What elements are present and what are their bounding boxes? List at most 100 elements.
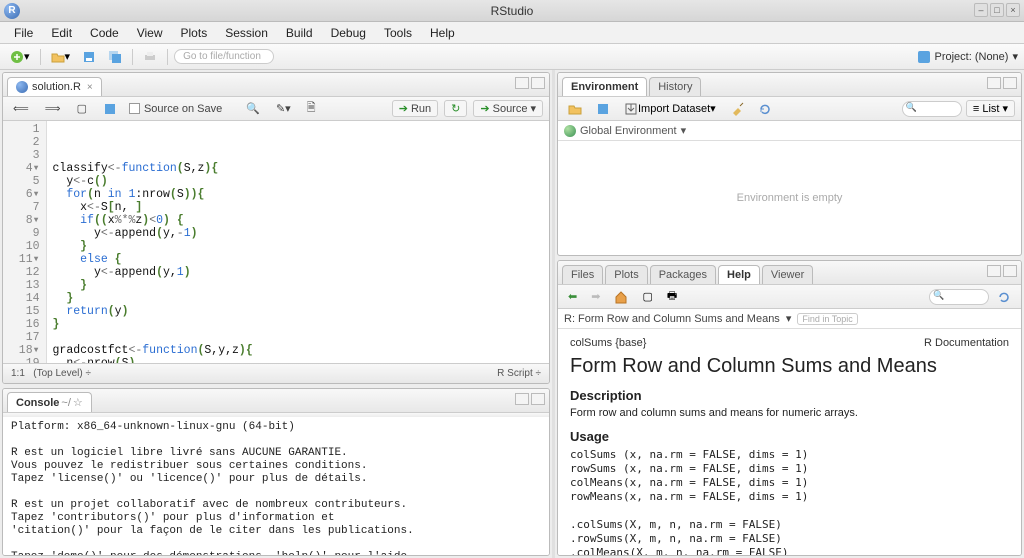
save-workspace-button[interactable] — [592, 100, 614, 118]
code-editor[interactable]: 1 2 3 4▾ 5 6▾ 7 8▾ 9 10 11▾ 12 13 14 15 … — [3, 121, 549, 363]
project-menu[interactable]: Project: (None)▾ — [918, 50, 1018, 63]
save-icon — [103, 102, 117, 116]
run-button[interactable]: ➔Run — [392, 100, 438, 117]
environment-pane: Environment History Import Dataset▾ — [557, 72, 1022, 256]
save-all-button[interactable] — [104, 48, 126, 66]
import-dataset-button[interactable]: Import Dataset▾ — [620, 100, 720, 118]
pane-maximize-button[interactable] — [531, 77, 545, 89]
help-refresh-button[interactable] — [993, 288, 1015, 306]
folder-open-icon — [568, 102, 582, 116]
project-label: Project: (None) — [934, 51, 1008, 63]
help-back-button[interactable]: ⬅ — [564, 288, 581, 305]
source-button[interactable]: ➔Source▾ — [473, 100, 543, 117]
pane-minimize-button[interactable] — [515, 77, 529, 89]
rerun-button[interactable]: ↻ — [444, 100, 467, 117]
refresh-button[interactable] — [754, 100, 776, 118]
editor-tab-label: solution.R — [32, 81, 81, 93]
tab-packages[interactable]: Packages — [650, 265, 716, 284]
checkbox-icon — [129, 103, 140, 114]
code-content[interactable]: classify<-function(S,z){ y<-c() for(n in… — [47, 121, 273, 363]
open-file-button[interactable]: ▾ — [47, 48, 75, 66]
help-print-button[interactable]: 🖶 — [663, 285, 681, 308]
menu-plots[interactable]: Plots — [173, 23, 216, 43]
help-popout-button[interactable]: ▢ — [638, 288, 656, 305]
menu-view[interactable]: View — [129, 23, 171, 43]
forward-button[interactable]: ⟹ — [41, 100, 65, 117]
new-file-button[interactable]: ▾ — [6, 48, 34, 66]
tab-history[interactable]: History — [649, 77, 701, 96]
wand-button[interactable]: ✎▾ — [272, 100, 295, 117]
pane-maximize-button[interactable] — [531, 393, 545, 405]
refresh-icon — [997, 290, 1011, 304]
new-file-icon — [10, 50, 24, 64]
console-output[interactable]: Platform: x86_64-unknown-linux-gnu (64-b… — [3, 417, 549, 555]
editor-tab-solution[interactable]: solution.R × — [7, 77, 102, 96]
tab-environment[interactable]: Environment — [562, 77, 647, 96]
goto-file-input[interactable]: Go to file/function — [174, 49, 274, 64]
back-button[interactable]: ⟸ — [9, 100, 33, 117]
pane-minimize-button[interactable] — [987, 265, 1001, 277]
minimize-button[interactable]: – — [974, 3, 988, 17]
pane-maximize-button[interactable] — [1003, 265, 1017, 277]
print-button[interactable] — [139, 48, 161, 66]
show-in-new-window-button[interactable]: ▢ — [73, 100, 91, 117]
file-type[interactable]: R Script — [497, 368, 533, 379]
menu-bar: File Edit Code View Plots Session Build … — [0, 22, 1024, 44]
help-search-input[interactable] — [929, 289, 989, 305]
maximize-button[interactable]: □ — [990, 3, 1004, 17]
save-file-button[interactable] — [99, 100, 121, 118]
menu-edit[interactable]: Edit — [43, 23, 80, 43]
editor-toolbar: ⟸ ⟹ ▢ Source on Save 🔍 ✎▾ 🗎 ➔Run ↻ ➔Sour… — [3, 97, 549, 121]
tab-help[interactable]: Help — [718, 265, 760, 284]
save-icon — [596, 102, 610, 116]
cursor-position: 1:1 — [11, 368, 25, 379]
console-tab[interactable]: Console ~/ ☆ — [7, 392, 92, 412]
import-icon — [624, 102, 638, 116]
menu-help[interactable]: Help — [422, 23, 463, 43]
close-button[interactable]: × — [1006, 3, 1020, 17]
save-icon — [82, 50, 96, 64]
menu-code[interactable]: Code — [82, 23, 127, 43]
menu-debug[interactable]: Debug — [323, 23, 374, 43]
menu-file[interactable]: File — [6, 23, 41, 43]
env-scope-selector[interactable]: Global Environment▾ — [558, 121, 1021, 141]
find-button[interactable]: 🔍 — [242, 100, 264, 117]
tab-files[interactable]: Files — [562, 265, 603, 284]
help-pane: Files Plots Packages Help Viewer ⬅ ➡ ▢ 🖶 — [557, 260, 1022, 556]
clear-workspace-button[interactable] — [726, 100, 748, 118]
help-forward-button[interactable]: ➡ — [587, 288, 604, 305]
menu-session[interactable]: Session — [217, 23, 276, 43]
editor-status-bar: 1:1 (Top Level) ÷ R Script ÷ — [3, 363, 549, 383]
title-bar: R RStudio – □ × — [0, 0, 1024, 22]
tab-viewer[interactable]: Viewer — [762, 265, 813, 284]
load-workspace-button[interactable] — [564, 100, 586, 118]
breadcrumb-text[interactable]: R: Form Row and Column Sums and Means — [564, 313, 780, 325]
source-on-save-toggle[interactable]: Source on Save — [129, 103, 222, 115]
help-topic-doc: R Documentation — [924, 337, 1009, 349]
help-tabs: Files Plots Packages Help Viewer — [558, 261, 1021, 285]
close-tab-icon[interactable]: × — [87, 82, 93, 93]
help-home-button[interactable] — [610, 288, 632, 306]
save-all-icon — [108, 50, 122, 64]
report-button[interactable]: 🗎 — [303, 97, 320, 120]
workspace: solution.R × ⟸ ⟹ ▢ Source on Save — [0, 70, 1024, 558]
scope-indicator[interactable]: (Top Level) — [33, 368, 82, 379]
pane-minimize-button[interactable] — [987, 77, 1001, 89]
help-nav-toolbar: ⬅ ➡ ▢ 🖶 — [558, 285, 1021, 309]
pane-maximize-button[interactable] — [1003, 77, 1017, 89]
pane-minimize-button[interactable] — [515, 393, 529, 405]
globe-icon — [564, 125, 576, 137]
help-content[interactable]: colSums {base} R Documentation Form Row … — [558, 329, 1021, 555]
window-title: RStudio — [0, 4, 1024, 18]
r-file-icon — [16, 81, 28, 93]
help-title: Form Row and Column Sums and Means — [570, 355, 1009, 378]
tab-plots[interactable]: Plots — [605, 265, 647, 284]
find-in-topic-input[interactable]: Find in Topic — [797, 313, 857, 325]
save-button[interactable] — [78, 48, 100, 66]
help-h-usage: Usage — [570, 429, 1009, 444]
menu-tools[interactable]: Tools — [376, 23, 420, 43]
env-toolbar: Import Dataset▾ ≡ List▾ — [558, 97, 1021, 121]
menu-build[interactable]: Build — [278, 23, 321, 43]
view-mode-button[interactable]: ≡ List▾ — [966, 100, 1015, 117]
env-search-input[interactable] — [902, 101, 962, 117]
